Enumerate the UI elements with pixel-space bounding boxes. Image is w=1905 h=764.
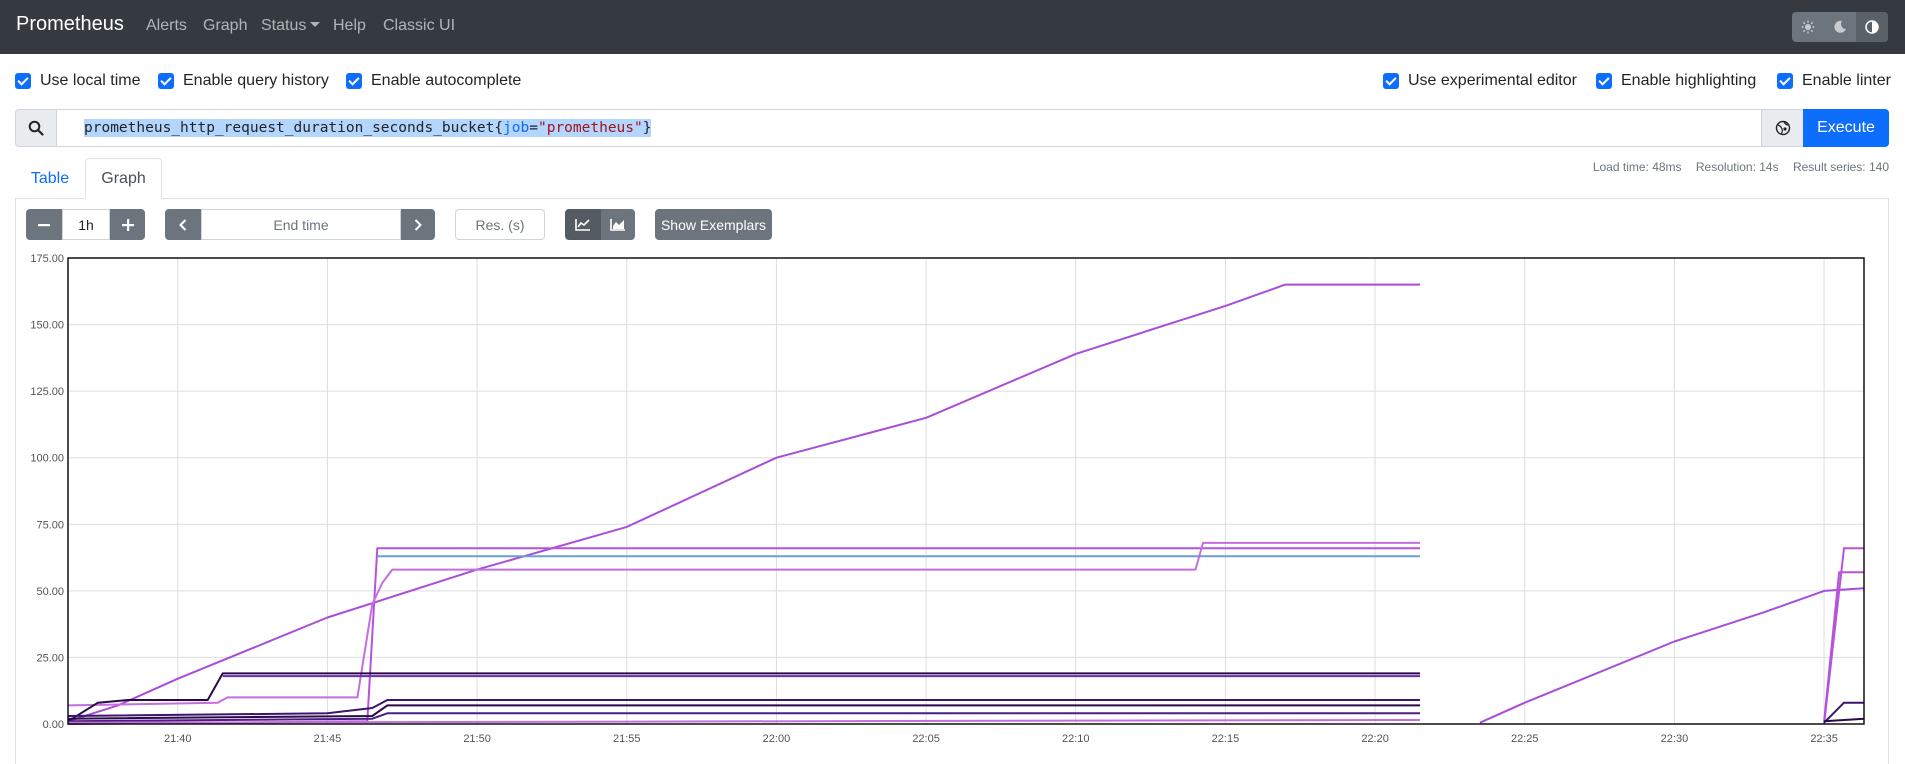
navbar: Prometheus Alerts Graph Status Help Clas… — [0, 0, 1905, 54]
nav-classic-ui[interactable]: Classic UI — [383, 17, 455, 35]
checkbox-checked[interactable] — [1383, 73, 1399, 89]
checkbox-checked[interactable] — [15, 73, 31, 89]
chevron-left-icon — [179, 218, 187, 231]
y-tick-label: 25.00 — [36, 652, 64, 664]
x-tick-label: 21:40 — [164, 733, 192, 745]
option-linter[interactable]: Enable linter — [1777, 72, 1891, 90]
result-series: Result series: 140 — [1792, 160, 1889, 174]
x-tick-label: 22:00 — [763, 733, 791, 745]
range-increase-button[interactable] — [110, 209, 145, 240]
query-stats: Load time: 48ms Resolution: 14s Result s… — [1582, 160, 1889, 174]
area-chart-button[interactable] — [601, 209, 635, 240]
resolution-input[interactable]: Res. (s) — [455, 209, 545, 240]
plot-frame — [67, 257, 1865, 725]
x-axis-ticks: 21:40 21:45 21:50 21:55 22:00 22:05 22:10 22:15… — [164, 733, 1838, 745]
checkbox-checked[interactable] — [346, 73, 362, 89]
option-label: Enable highlighting — [1621, 72, 1757, 89]
execute-button[interactable]: Execute — [1803, 109, 1889, 147]
area-chart-icon — [610, 219, 625, 231]
y-tick-label: 0.00 — [43, 719, 64, 731]
option-label: Enable autocomplete — [371, 72, 522, 89]
caret-down-icon — [310, 22, 321, 27]
y-tick-label: 75.00 — [36, 519, 64, 531]
nav-graph[interactable]: Graph — [203, 17, 247, 35]
option-autocomplete[interactable]: Enable autocomplete — [346, 72, 521, 90]
query-input[interactable]: prometheus_http_request_duration_seconds… — [57, 110, 1761, 146]
end-time-back-button[interactable] — [165, 209, 201, 240]
chevron-right-icon — [414, 218, 422, 231]
graph-chart: 0.00 25.00 50.00 75.00 100.00 125.00 150.00 175… — [30, 253, 1865, 745]
load-time: Load time: 48ms — [1592, 160, 1682, 174]
series-line-10 — [67, 704, 1420, 720]
query-bar: prometheus_http_request_duration_seconds… — [15, 109, 1889, 147]
end-time-forward-button[interactable] — [401, 209, 435, 240]
x-tick-label: 21:50 — [463, 733, 491, 745]
checkbox-checked[interactable] — [1596, 73, 1612, 89]
series-line-5 — [67, 541, 1420, 707]
metrics-explorer-icon[interactable] — [1761, 110, 1803, 146]
chart-series — [67, 283, 1865, 725]
theme-toggle-group — [1792, 12, 1888, 42]
range-input[interactable]: 1h — [62, 209, 110, 240]
option-label: Enable query history — [183, 72, 329, 89]
line-chart-button[interactable] — [565, 209, 601, 240]
series-line-14 — [1824, 717, 1865, 723]
y-tick-label: 150.00 — [30, 320, 64, 332]
x-tick-label: 22:25 — [1511, 733, 1539, 745]
option-experimental-editor[interactable]: Use experimental editor — [1383, 72, 1577, 90]
query-label-name: job — [503, 120, 530, 136]
nav-status[interactable]: Status — [261, 17, 321, 35]
minus-icon — [38, 223, 50, 226]
brand-logo[interactable]: Prometheus — [16, 13, 124, 36]
checkbox-checked[interactable] — [158, 73, 174, 89]
series-line-1 — [1479, 587, 1865, 724]
series-line-3 — [1823, 547, 1864, 725]
option-query-history[interactable]: Enable query history — [158, 72, 329, 90]
nav-help[interactable]: Help — [333, 17, 366, 35]
resolution: Resolution: 14s — [1695, 160, 1779, 174]
nav-status-label: Status — [261, 17, 307, 34]
x-tick-label: 22:20 — [1361, 733, 1389, 745]
sun-icon[interactable] — [1792, 12, 1824, 42]
end-time-input[interactable]: End time — [201, 209, 401, 240]
contrast-icon[interactable] — [1856, 12, 1888, 42]
option-label: Use experimental editor — [1408, 72, 1577, 89]
x-tick-label: 22:35 — [1810, 733, 1838, 745]
x-tick-label: 22:15 — [1212, 733, 1240, 745]
y-tick-label: 50.00 — [36, 586, 64, 598]
line-chart-icon — [575, 219, 590, 231]
x-tick-label: 22:05 — [912, 733, 940, 745]
x-tick-label: 22:30 — [1661, 733, 1689, 745]
tab-table[interactable]: Table — [15, 158, 85, 199]
show-exemplars-button[interactable]: Show Exemplars — [655, 209, 772, 240]
query-metric: prometheus_http_request_duration_seconds… — [84, 120, 495, 136]
x-tick-label: 22:10 — [1062, 733, 1090, 745]
tab-graph[interactable]: Graph — [85, 158, 162, 199]
query-selection: prometheus_http_request_duration_seconds… — [84, 119, 652, 137]
x-tick-label: 21:45 — [314, 733, 342, 745]
search-icon — [16, 110, 57, 146]
query-label-value: "prometheus" — [537, 120, 643, 136]
y-tick-label: 125.00 — [30, 386, 64, 398]
chart-grid — [68, 257, 1864, 725]
y-tick-label: 175.00 — [30, 253, 64, 265]
series-line-6 — [1823, 571, 1864, 722]
checkbox-checked[interactable] — [1777, 73, 1793, 89]
x-tick-label: 21:55 — [613, 733, 641, 745]
option-label: Enable linter — [1802, 72, 1891, 89]
plus-icon — [121, 218, 134, 231]
y-tick-label: 100.00 — [30, 453, 64, 465]
option-local-time[interactable]: Use local time — [15, 72, 140, 90]
option-highlighting[interactable]: Enable highlighting — [1596, 72, 1756, 90]
range-decrease-button[interactable] — [26, 209, 62, 240]
moon-icon[interactable] — [1824, 12, 1856, 42]
series-line-0 — [67, 283, 1420, 723]
option-label: Use local time — [40, 72, 141, 89]
nav-alerts[interactable]: Alerts — [146, 17, 187, 35]
y-axis-ticks: 0.00 25.00 50.00 75.00 100.00 125.00 150.00 175… — [30, 253, 64, 731]
